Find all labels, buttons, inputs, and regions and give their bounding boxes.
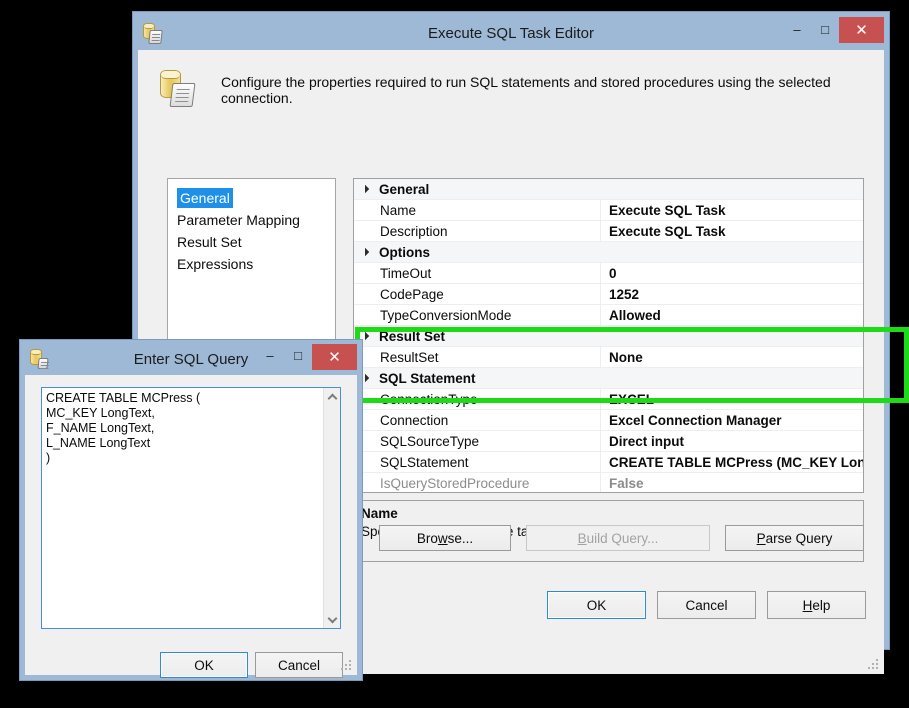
main-window-controls: – □ ✕ (783, 17, 884, 50)
sql-resize-grip-icon[interactable] (341, 660, 353, 672)
sql-maximize-button[interactable]: □ (284, 344, 312, 368)
table-row[interactable]: SQLSourceType Direct input (354, 430, 863, 452)
property-value[interactable]: 1252 (600, 283, 863, 305)
sql-dialog-body: CREATE TABLE MCPress ( MC_KEY LongText, … (25, 375, 357, 678)
property-name: ResultSet (380, 349, 439, 365)
property-category-sql-statement[interactable]: SQL Statement (354, 368, 863, 389)
sql-vertical-scrollbar[interactable] (323, 388, 340, 628)
table-row[interactable]: Name Execute SQL Task (354, 199, 863, 221)
sidebar-item-general-label: General (177, 188, 233, 208)
sql-query-icon (27, 347, 53, 373)
parse-query-button-label: Parse Query (756, 530, 833, 546)
property-value[interactable]: Execute SQL Task (600, 220, 863, 242)
property-name: Result Set (379, 328, 446, 344)
property-value[interactable]: Allowed (600, 304, 863, 326)
enter-sql-query-window: Enter SQL Query – □ ✕ CREATE TABLE MCPre… (20, 340, 362, 680)
table-row: IsQueryStoredProcedure False (354, 472, 863, 492)
property-value[interactable]: Direct input (600, 430, 863, 452)
property-category-result-set[interactable]: Result Set (354, 326, 863, 347)
property-value[interactable]: 0 (600, 262, 863, 284)
header-banner: Configure the properties required to run… (138, 50, 884, 128)
sql-ok-button[interactable]: OK (160, 652, 248, 678)
property-name: IsQueryStoredProcedure (380, 475, 530, 491)
scroll-up-icon[interactable] (324, 388, 341, 405)
table-row[interactable]: Connection Excel Connection Manager (354, 409, 863, 431)
scroll-down-icon[interactable] (324, 611, 341, 628)
property-value[interactable]: CREATE TABLE MCPress (MC_KEY LongText,F_… (600, 451, 863, 473)
property-value (600, 179, 863, 200)
property-value[interactable]: EXCEL (600, 388, 863, 410)
sql-close-button[interactable]: ✕ (312, 343, 357, 370)
table-row[interactable]: Description Execute SQL Task (354, 220, 863, 242)
parse-query-button[interactable]: Parse Query (725, 525, 864, 551)
close-button[interactable]: ✕ (839, 17, 884, 43)
property-value[interactable]: Execute SQL Task (600, 199, 863, 221)
table-row[interactable]: TypeConversionMode Allowed (354, 304, 863, 326)
help-button[interactable]: Help (767, 591, 866, 619)
main-window-title: Execute SQL Task Editor (428, 25, 594, 42)
property-name: CodePage (380, 286, 444, 302)
property-name: Name (380, 202, 417, 218)
sql-minimize-button[interactable]: – (256, 344, 284, 368)
property-name: Options (379, 244, 430, 260)
sidebar-item-result-set[interactable]: Result Set (168, 231, 335, 253)
property-value[interactable]: Excel Connection Manager (600, 409, 863, 431)
property-name: SQL Statement (379, 370, 476, 386)
property-category-general[interactable]: General (354, 179, 863, 200)
build-query-button: Build Query... (526, 525, 710, 551)
table-row[interactable]: TimeOut 0 (354, 262, 863, 284)
property-name: SQLStatement (380, 454, 469, 470)
screenshot-root: Execute SQL Task Editor – □ ✕ Configure … (0, 0, 909, 708)
build-query-button-label: Build Query... (577, 530, 659, 546)
property-name: Connection (380, 412, 449, 428)
sidebar-item-parameter-mapping[interactable]: Parameter Mapping (168, 209, 335, 231)
sql-titlebar[interactable]: Enter SQL Query – □ ✕ (25, 343, 357, 377)
property-name: General (379, 181, 430, 197)
property-value (600, 242, 863, 263)
ok-button[interactable]: OK (547, 591, 646, 619)
sql-query-input[interactable]: CREATE TABLE MCPress ( MC_KEY LongText, … (42, 388, 323, 628)
browse-button-label: Browse... (416, 530, 474, 546)
property-name: ConnectionType (380, 391, 478, 407)
sql-cancel-button[interactable]: Cancel (255, 652, 343, 678)
property-value[interactable]: None (600, 346, 863, 368)
sidebar-item-general[interactable]: General (168, 187, 335, 209)
maximize-button[interactable]: □ (811, 17, 839, 41)
property-category-options[interactable]: Options (354, 242, 863, 263)
table-row[interactable]: SQLStatement CREATE TABLE MCPress (MC_KE… (354, 451, 863, 473)
main-titlebar[interactable]: Execute SQL Task Editor – □ ✕ (138, 17, 884, 50)
sql-query-textarea-wrapper[interactable]: CREATE TABLE MCPress ( MC_KEY LongText, … (41, 387, 341, 629)
cancel-button[interactable]: Cancel (657, 591, 756, 619)
property-grid[interactable]: General Name Execute SQL Task Descriptio… (353, 178, 864, 493)
property-value: False (600, 472, 863, 492)
minimize-button[interactable]: – (783, 17, 811, 41)
help-button-label: Help (802, 597, 831, 613)
header-description: Configure the properties required to run… (221, 74, 831, 106)
property-name: TimeOut (380, 265, 432, 281)
property-name: Description (380, 223, 448, 239)
property-value (600, 368, 863, 389)
database-script-large-icon (160, 70, 198, 110)
property-name: TypeConversionMode (380, 307, 512, 323)
table-row[interactable]: CodePage 1252 (354, 283, 863, 305)
expander-collapse-icon[interactable] (354, 331, 375, 341)
property-name: SQLSourceType (380, 433, 480, 449)
expander-collapse-icon[interactable] (354, 184, 375, 194)
table-row[interactable]: ResultSet None (354, 346, 863, 368)
browse-button[interactable]: Browse... (379, 525, 511, 551)
property-description-title: Name (361, 506, 398, 521)
table-row[interactable]: ConnectionType EXCEL (354, 388, 863, 410)
sql-window-controls: – □ ✕ (256, 343, 357, 377)
resize-grip-icon[interactable] (868, 659, 880, 671)
expander-collapse-icon[interactable] (354, 247, 375, 257)
property-value (600, 326, 863, 347)
database-script-icon (140, 21, 166, 47)
sidebar-item-expressions[interactable]: Expressions (168, 253, 335, 275)
